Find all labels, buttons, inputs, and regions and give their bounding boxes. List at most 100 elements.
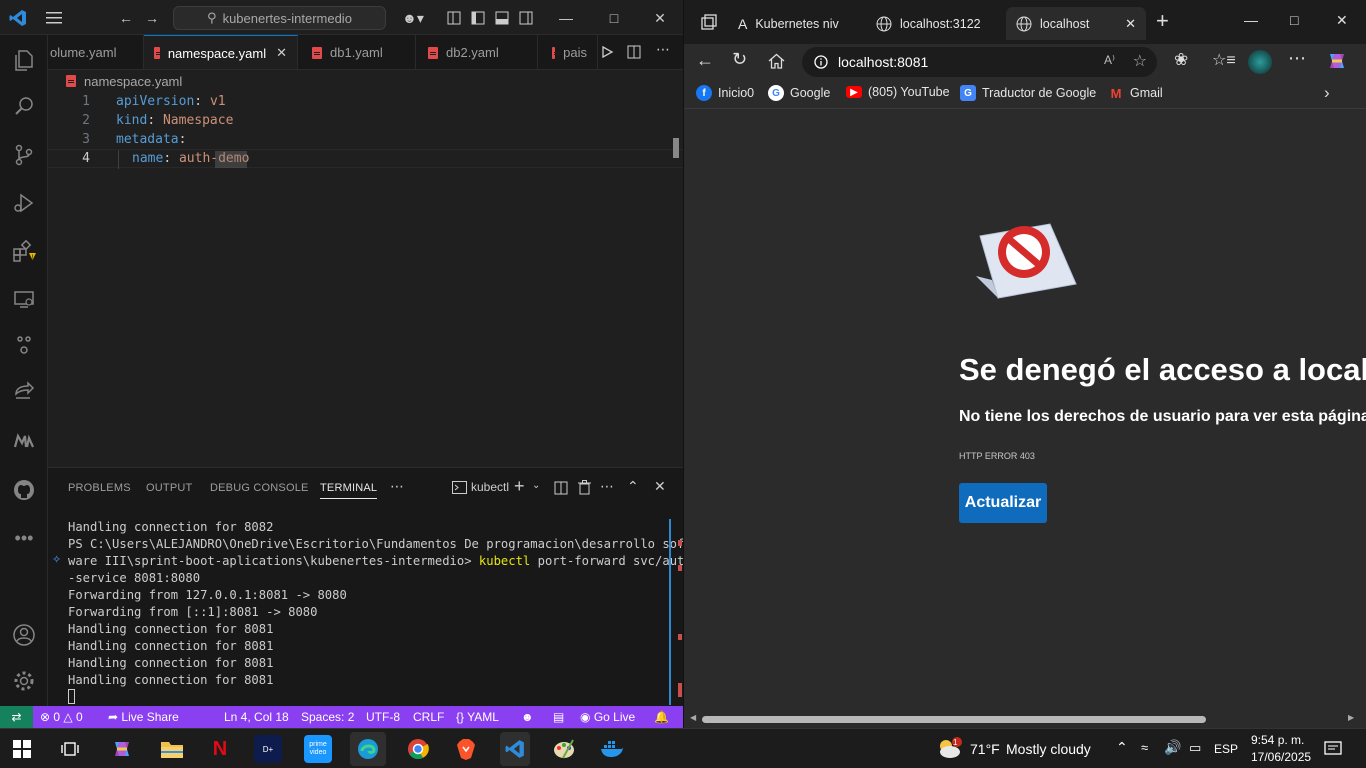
weather-temperature[interactable]: 71°F [970, 741, 1000, 757]
read-aloud-icon[interactable]: A⁾ [1104, 53, 1115, 67]
chevron-up-icon[interactable]: ⌃ [1116, 739, 1128, 756]
task-view-icon[interactable] [56, 735, 84, 763]
problems-indicator[interactable]: ⊗ 0 △ 0 [40, 710, 83, 724]
docker-icon[interactable] [598, 735, 626, 763]
testing-icon[interactable] [0, 323, 48, 367]
minimize-icon[interactable]: — [556, 8, 576, 28]
extensions-puzzle-icon[interactable]: ❀ [1174, 50, 1188, 70]
favorite-youtube[interactable]: ▶ (805) YouTube [846, 85, 950, 99]
tab-pais[interactable]: pais [538, 35, 598, 69]
tab-volume-yaml[interactable]: olume.yaml [48, 35, 144, 69]
clock-date[interactable]: 17/06/2025 [1251, 750, 1311, 764]
favorites-icon[interactable]: ☆≡ [1212, 50, 1236, 70]
scrollbar-thumb[interactable] [702, 716, 1206, 723]
browser-tab-localhost[interactable]: localhost ✕ [1006, 7, 1146, 40]
clock-time[interactable]: 9:54 p. m. [1251, 733, 1304, 747]
maximize-icon[interactable]: □ [1290, 12, 1298, 28]
favorite-traductor[interactable]: G Traductor de Google [960, 85, 1096, 101]
refresh-icon[interactable]: ↻ [732, 49, 747, 70]
scroll-left-icon[interactable]: ◀ [690, 713, 696, 722]
favorite-google[interactable]: G Google [768, 85, 830, 101]
address-bar[interactable]: localhost:8081 A⁾ ☆ [802, 47, 1157, 77]
search-sidebar-icon[interactable] [0, 84, 48, 128]
tab-terminal[interactable]: TERMINAL [320, 482, 378, 499]
disney-plus-icon[interactable]: D+ [254, 735, 282, 763]
profile-avatar[interactable] [1248, 50, 1272, 74]
copilot-status-icon[interactable]: ☻ [521, 710, 534, 724]
close-panel-icon[interactable]: ✕ [654, 478, 666, 495]
copilot-icon[interactable]: ☻▾ [398, 8, 428, 28]
close-icon[interactable]: ✕ [650, 8, 670, 28]
new-terminal-icon[interactable]: + [514, 476, 525, 497]
prime-video-icon[interactable]: prime video [304, 735, 332, 763]
tab-problems[interactable]: PROBLEMS [68, 482, 131, 494]
terminal-selector[interactable]: kubectl [452, 480, 509, 494]
home-icon[interactable] [768, 53, 785, 69]
settings-more-icon[interactable]: ⋯ [1288, 48, 1306, 69]
browser-tab-localhost-3122[interactable]: localhost:3122 [866, 7, 996, 40]
code-editor[interactable]: 1 apiVersion: v1 2 kind: Namespace 3 met… [48, 92, 683, 467]
command-center-search[interactable]: ⚲ kubenertes-intermedio [173, 6, 386, 30]
favorite-gmail[interactable]: M Gmail [1108, 85, 1163, 101]
back-arrow-icon[interactable]: ← [696, 50, 714, 71]
paint-icon[interactable] [550, 735, 578, 763]
close-icon[interactable]: ✕ [1336, 12, 1348, 29]
explorer-icon[interactable] [0, 38, 48, 82]
speaker-icon[interactable]: 🔊 [1164, 739, 1181, 756]
more-icon[interactable]: ••• [0, 516, 48, 560]
trash-icon[interactable] [578, 480, 591, 495]
notifications-icon[interactable] [1324, 741, 1342, 757]
battery-icon[interactable]: ▭ [1189, 740, 1201, 756]
github-icon[interactable] [0, 468, 48, 512]
remote-explorer-icon[interactable] [0, 277, 48, 321]
editor-scrollbar[interactable] [673, 138, 679, 158]
copilot-icon[interactable] [1326, 50, 1348, 72]
brave-icon[interactable] [452, 735, 480, 763]
horizontal-scrollbar[interactable]: ◀ ▶ [684, 710, 1366, 728]
maximize-icon[interactable]: □ [604, 8, 624, 28]
edge-browser-icon[interactable] [350, 732, 386, 766]
go-live-button[interactable]: ◉ Go Live [580, 710, 635, 724]
notifications-bell-icon[interactable]: 🔔 [654, 710, 669, 724]
panel-more-icon-2[interactable]: ⋯ [600, 478, 614, 495]
panel-more-icon[interactable]: ⋯ [390, 478, 404, 495]
reload-button[interactable]: Actualizar [959, 483, 1047, 523]
account-icon[interactable] [0, 613, 48, 657]
toggle-sidebar-icon[interactable] [468, 8, 488, 28]
tab-debug-console[interactable]: DEBUG CONSOLE [210, 482, 309, 494]
editor-more-icon[interactable]: ⋯ [656, 41, 670, 58]
layout-icon[interactable] [444, 8, 464, 28]
start-windows-icon[interactable] [8, 735, 36, 763]
close-tab-icon[interactable]: ✕ [1125, 16, 1136, 32]
manage-gear-icon[interactable] [0, 659, 48, 703]
breadcrumb-file[interactable]: namespace.yaml [84, 74, 182, 89]
scroll-right-icon[interactable]: ▶ [1348, 713, 1354, 722]
browser-tab-kubernetes[interactable]: A Kubernetes niv [728, 7, 858, 40]
file-explorer-icon[interactable] [158, 735, 186, 763]
eol[interactable]: CRLF [413, 710, 444, 724]
live-share-status[interactable]: ➦ Live Share [108, 710, 179, 724]
favorite-inicio0[interactable]: f Inicio0 [696, 85, 754, 101]
run-icon[interactable] [600, 45, 614, 59]
chrome-icon[interactable] [404, 735, 432, 763]
weather-cloud-icon[interactable] [936, 737, 962, 759]
terminal-status-icon[interactable]: ▤ [553, 710, 564, 724]
favorite-star-icon[interactable]: ☆ [1133, 51, 1147, 71]
workspaces-icon[interactable] [700, 14, 718, 32]
tab-db2-yaml[interactable]: db2.yaml [416, 35, 538, 69]
new-tab-icon[interactable]: + [1156, 8, 1169, 34]
cursor-position[interactable]: Ln 4, Col 18 [224, 710, 289, 724]
encoding[interactable]: UTF-8 [366, 710, 400, 724]
run-debug-icon[interactable] [0, 181, 48, 225]
weather-description[interactable]: Mostly cloudy [1006, 741, 1091, 757]
tab-output[interactable]: OUTPUT [146, 482, 192, 494]
input-language[interactable]: ESP [1214, 742, 1238, 756]
remote-indicator-icon[interactable]: ⇄ [0, 706, 33, 728]
maximize-panel-icon[interactable]: ⌃ [627, 478, 639, 495]
chevron-right-icon[interactable]: › [1324, 83, 1330, 103]
indentation[interactable]: Spaces: 2 [301, 710, 354, 724]
extensions-icon[interactable]: ! [0, 230, 48, 274]
tab-db1-yaml[interactable]: db1.yaml [298, 35, 416, 69]
terminal-scrollbar[interactable] [669, 519, 671, 705]
back-arrow-icon[interactable]: ← [116, 8, 136, 28]
